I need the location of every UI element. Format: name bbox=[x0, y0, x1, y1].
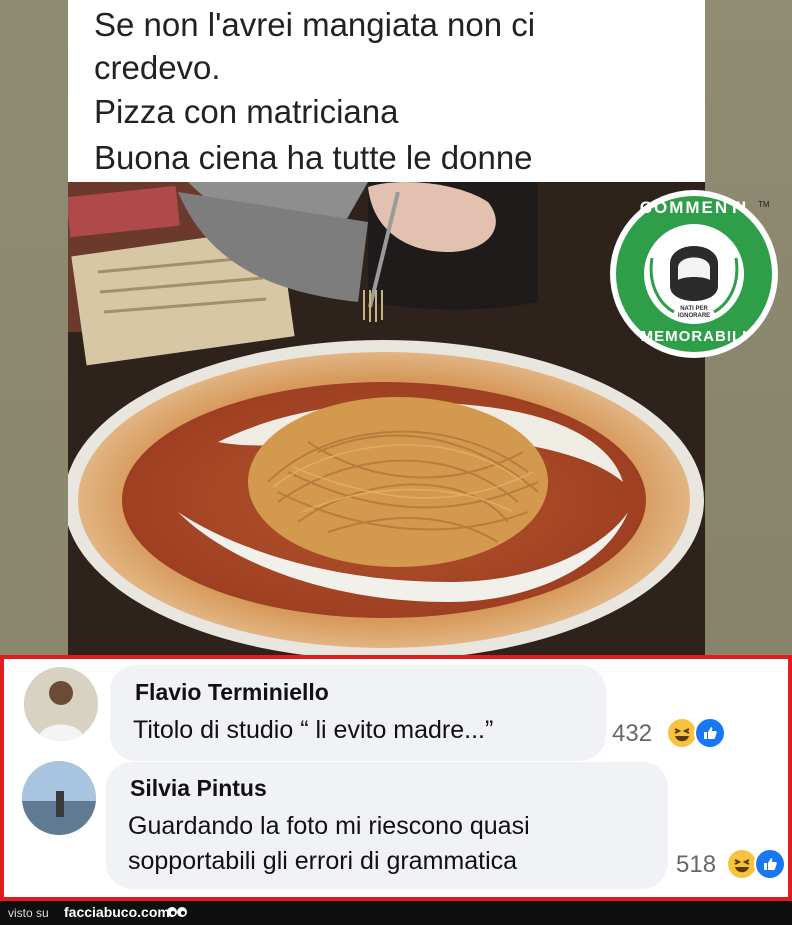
eyes-icon-svg bbox=[167, 907, 187, 917]
logo-trademark: TM bbox=[758, 200, 770, 209]
avatar-image bbox=[22, 761, 96, 835]
commenti-memorabili-logo: COMMENTI MEMORABILI NATI PER IGNORARE TM bbox=[608, 188, 780, 360]
thumbs-up-icon bbox=[764, 858, 777, 870]
comment-text-line-1: Guardando la foto mi riescono quasi bbox=[128, 812, 530, 840]
haha-face-icon bbox=[674, 728, 690, 742]
comment-text: Titolo di studio “ li evito madre...” bbox=[133, 716, 494, 744]
logo-tagline-2: IGNORARE bbox=[677, 313, 711, 319]
avatar-image bbox=[24, 667, 98, 741]
avatar[interactable] bbox=[24, 667, 98, 741]
caption-line-3: Pizza con matriciana bbox=[94, 93, 399, 130]
reaction-count[interactable]: 432 bbox=[612, 720, 652, 748]
like-icon[interactable] bbox=[694, 717, 726, 749]
comment-text-line-2: sopportabili gli errori di grammatica bbox=[128, 847, 518, 875]
reaction-count[interactable]: 518 bbox=[676, 851, 716, 879]
caption-line-2: credevo. bbox=[94, 49, 221, 86]
haha-face-icon bbox=[734, 859, 750, 873]
thumbs-up-icon bbox=[704, 727, 717, 739]
footer-visto: visto su bbox=[8, 906, 49, 920]
comments-panel: Flavio Terminiello Titolo di studio “ li… bbox=[0, 655, 792, 901]
logo-top-text: COMMENTI bbox=[639, 198, 749, 217]
caption-line-1: Se non l'avrei mangiata non ci bbox=[94, 6, 536, 43]
post-caption: Se non l'avrei mangiata non ci credevo. … bbox=[68, 0, 705, 182]
avatar[interactable] bbox=[22, 761, 96, 835]
footer-site-link[interactable]: facciabuco.com bbox=[64, 904, 170, 920]
background-left bbox=[0, 0, 68, 655]
eyes-icon bbox=[166, 905, 188, 919]
comment-author[interactable]: Silvia Pintus bbox=[130, 775, 267, 802]
logo-tagline-1: NATI PER bbox=[680, 306, 708, 312]
footer-bar: visto su facciabuco.com bbox=[0, 901, 792, 925]
like-icon[interactable] bbox=[754, 848, 786, 880]
caption-line-4: Buona ciena ha tutte le donne bbox=[94, 139, 533, 176]
comment-author[interactable]: Flavio Terminiello bbox=[135, 679, 329, 706]
logo-bottom-text: MEMORABILI bbox=[640, 328, 748, 345]
